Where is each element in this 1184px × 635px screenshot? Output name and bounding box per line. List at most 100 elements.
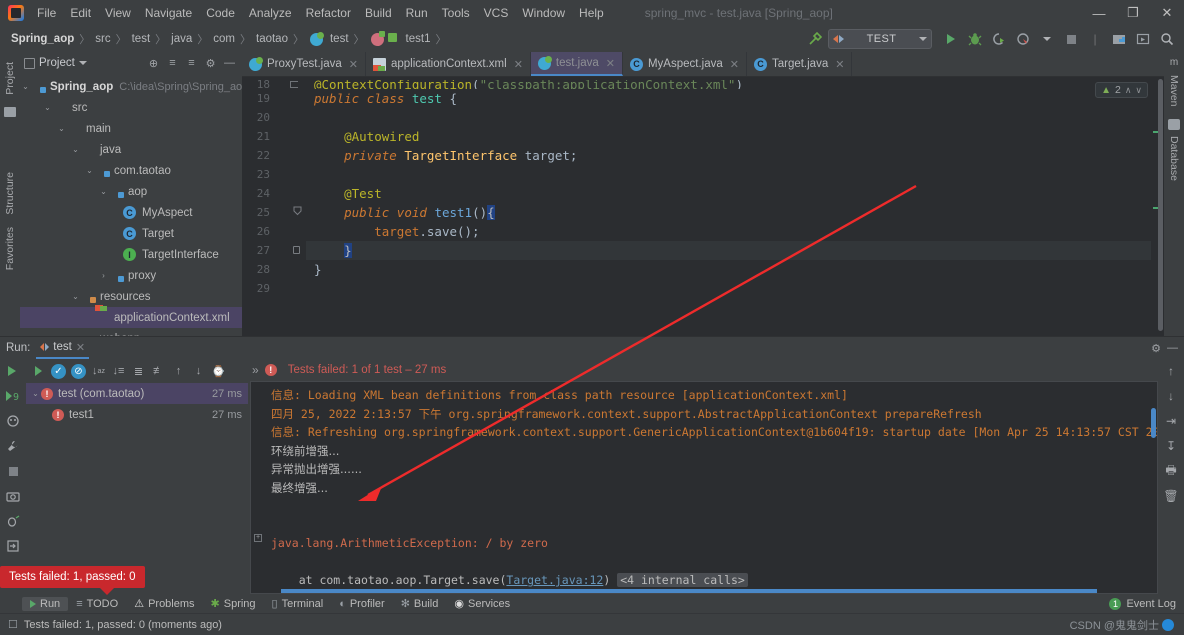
tree-node-webapp[interactable]: › webapp — [20, 328, 242, 337]
tree-node-proxy[interactable]: › proxy — [20, 265, 242, 286]
fold-marker[interactable] — [290, 80, 306, 89]
collapse-all-icon[interactable]: ≢ — [150, 363, 167, 380]
prev-failed-test-icon[interactable]: ↑ — [170, 363, 187, 380]
tree-node-myaspect[interactable]: C MyAspect — [20, 202, 242, 223]
chevron-down-icon[interactable]: ⌄ — [56, 124, 67, 133]
tree-node-targetinterface[interactable]: I TargetInterface — [20, 244, 242, 265]
hide-panel-icon[interactable]: — — [221, 57, 238, 69]
rail-tab-structure[interactable]: Structure — [4, 166, 16, 221]
breadcrumb-item-taotao[interactable]: taotao — [253, 33, 291, 45]
menu-item-code[interactable]: Code — [199, 3, 242, 23]
chevron-down-icon[interactable] — [78, 61, 87, 65]
tree-node-java[interactable]: ⌄ java — [20, 139, 242, 160]
show-ignored-toggle[interactable]: ⊘ — [70, 363, 87, 380]
export-icon[interactable] — [4, 537, 22, 555]
menu-item-refactor[interactable]: Refactor — [299, 3, 358, 23]
minimize-button[interactable]: — — [1082, 0, 1116, 26]
scroll-down-icon[interactable]: ↓ — [1163, 388, 1179, 404]
menu-item-analyze[interactable]: Analyze — [242, 3, 299, 23]
maximize-button[interactable]: ❐ — [1116, 0, 1150, 26]
vertical-scroll-thumb[interactable] — [1158, 79, 1163, 331]
fold-end-marker[interactable] — [290, 241, 306, 260]
menu-item-help[interactable]: Help — [572, 3, 611, 23]
tree-node-spring-aop[interactable]: ⌄ Spring_aop C:\idea\Spring\Spring_aop — [20, 76, 242, 97]
close-icon[interactable]: ✕ — [835, 58, 844, 71]
show-passed-toggle[interactable]: ✓ — [50, 363, 67, 380]
locate-file-icon[interactable]: ⊕ — [145, 57, 162, 70]
rail-tab-favorites[interactable]: Favorites — [4, 221, 16, 276]
editor-tab-proxytest[interactable]: ProxyTest.java ✕ — [242, 52, 366, 76]
editor-tab-applicationcontext[interactable]: applicationContext.xml ✕ — [366, 52, 531, 76]
project-structure-button[interactable] — [1108, 28, 1130, 50]
bottom-tab-profiler[interactable]: ◐ Profiler — [331, 597, 393, 611]
rerun-tests-icon[interactable] — [30, 363, 47, 380]
menu-item-navigate[interactable]: Navigate — [138, 3, 199, 23]
test-history-icon[interactable]: ⌚ — [210, 363, 227, 380]
rail-tab-database[interactable]: Database — [1168, 130, 1180, 187]
console-stack-line[interactable]: at com.taotao.aop.Target.save(Target.jav… — [271, 571, 1157, 590]
next-problem-icon[interactable]: ∨ — [1135, 85, 1142, 96]
tree-node-resources[interactable]: ⌄ resources — [20, 286, 242, 307]
bottom-tab-services[interactable]: ◉ Services — [446, 596, 518, 611]
close-icon[interactable]: ✕ — [514, 58, 523, 71]
stop-button[interactable] — [1060, 28, 1082, 50]
editor-tab-myaspect[interactable]: MyAspect.java ✕ — [623, 52, 747, 76]
code-editor[interactable]: 18 19 20 21 22 23 24 25 26 27 28 29 @Con… — [242, 77, 1164, 336]
expand-all-icon[interactable]: ≣ — [130, 363, 147, 380]
menu-item-build[interactable]: Build — [358, 3, 399, 23]
internal-calls-chip[interactable]: <4 internal calls> — [617, 573, 748, 587]
bottom-tab-problems[interactable]: ⚠ Problems — [126, 596, 202, 611]
breadcrumb-item-test[interactable]: test — [129, 33, 154, 45]
toggle-auto-test-icon[interactable] — [4, 412, 22, 430]
chevron-down-icon[interactable]: ⌄ — [70, 292, 81, 301]
bug-icon[interactable] — [4, 512, 22, 530]
menu-item-vcs[interactable]: VCS — [477, 3, 516, 23]
close-icon[interactable]: ✕ — [76, 341, 85, 354]
scroll-to-end-icon[interactable]: ↧ — [1163, 438, 1179, 454]
bottom-tab-terminal[interactable]: ▯ Terminal — [264, 596, 332, 611]
tree-node-applicationcontext-xml[interactable]: applicationContext.xml — [20, 307, 242, 328]
console-scroll-thumb[interactable] — [1151, 408, 1156, 438]
editor-tab-target[interactable]: Target.java ✕ — [747, 52, 853, 76]
preview-button[interactable] — [1132, 28, 1154, 50]
menu-item-run[interactable]: Run — [399, 3, 435, 23]
sort-by-duration-icon[interactable]: ↓≡ — [110, 363, 127, 380]
test-node-class[interactable]: ⌄ ! test (com.taotao) 27 ms — [26, 383, 248, 404]
test-node-method[interactable]: ! test1 27 ms — [26, 404, 248, 425]
gear-icon[interactable]: ⚙ — [1151, 342, 1161, 355]
bottom-tab-todo[interactable]: ≡ TODO — [68, 597, 126, 611]
tree-node-com-taotao[interactable]: ⌄ com.taotao — [20, 160, 242, 181]
breadcrumb-item-project[interactable]: Spring_aop — [8, 33, 77, 45]
menu-item-tools[interactable]: Tools — [435, 3, 477, 23]
stop-icon[interactable] — [4, 462, 22, 480]
editor-tab-test[interactable]: test.java ✕ — [530, 52, 623, 76]
chevron-right-icon[interactable]: › — [98, 271, 109, 280]
menu-item-view[interactable]: View — [98, 3, 138, 23]
run-configuration-selector[interactable]: TEST — [828, 29, 932, 49]
chevron-down-icon[interactable]: ⌄ — [42, 103, 53, 112]
breadcrumb-item-method[interactable]: test1 — [403, 33, 434, 45]
chevron-down-icon[interactable]: ⌄ — [20, 82, 31, 91]
inspection-widget[interactable]: ▲ 2 ∧ ∨ — [1095, 82, 1148, 98]
tree-node-main[interactable]: ⌄ main — [20, 118, 242, 139]
sort-alphabetically-icon[interactable]: ↓ az — [90, 363, 107, 380]
bottom-tab-run[interactable]: Run — [22, 596, 69, 611]
console-horizontal-scrollbar[interactable] — [281, 589, 1097, 593]
stack-fold-icon[interactable]: + — [254, 534, 262, 542]
run-with-coverage-button[interactable] — [988, 28, 1010, 50]
expand-all-icon[interactable]: ≡ — [164, 57, 181, 69]
camera-icon[interactable] — [4, 487, 22, 505]
close-icon[interactable]: ✕ — [349, 58, 358, 71]
tree-node-target[interactable]: C Target — [20, 223, 242, 244]
bottom-tab-build[interactable]: ✻ Build — [393, 596, 447, 611]
rerun-icon[interactable] — [4, 362, 22, 380]
menu-item-edit[interactable]: Edit — [63, 3, 98, 23]
previous-problem-icon[interactable]: ∧ — [1125, 85, 1132, 96]
menu-item-window[interactable]: Window — [515, 3, 572, 23]
breadcrumb-item-class[interactable]: test — [327, 33, 352, 45]
breadcrumb-item-src[interactable]: src — [92, 33, 113, 45]
chevron-down-icon[interactable]: ⌄ — [98, 187, 109, 196]
expand-toolbar-icon[interactable]: » — [252, 363, 259, 377]
run-tab-test[interactable]: test ✕ — [36, 337, 90, 359]
wrench-icon[interactable] — [4, 437, 22, 455]
